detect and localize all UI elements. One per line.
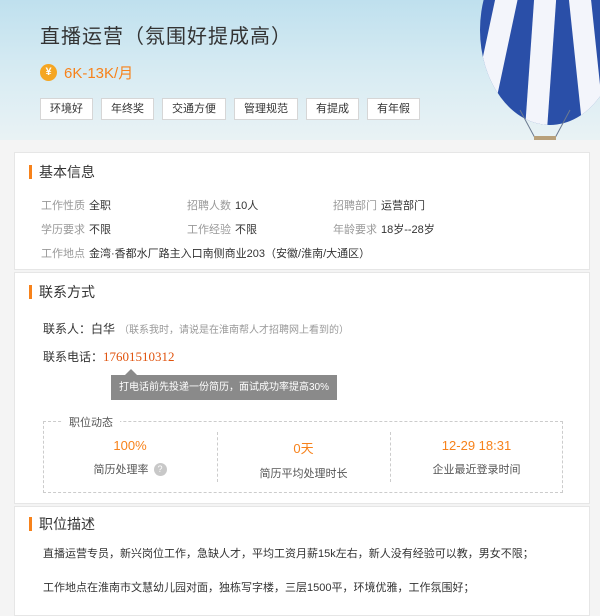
- dynamics-item: 0天 简历平均处理时长: [217, 432, 389, 482]
- addr-label: 工作地点: [41, 248, 85, 260]
- hot-air-balloon-illustration: [480, 0, 600, 140]
- yen-icon: ¥: [40, 64, 57, 81]
- age-label: 年龄要求: [333, 224, 377, 236]
- job-header: 直播运营（氛围好提成高） ¥ 6K-13K/月 环境好 年终奖 交通方便 管理规…: [0, 0, 600, 140]
- welfare-tag: 年终奖: [101, 98, 154, 120]
- welfare-tag: 有年假: [367, 98, 420, 120]
- resume-rate-label: 简历处理率: [93, 464, 149, 476]
- welfare-tags: 环境好 年终奖 交通方便 管理规范 有提成 有年假: [40, 98, 428, 120]
- welfare-tag: 交通方便: [162, 98, 226, 120]
- phone-tooltip: 打电话前先投递一份简历，面试成功率提高30%: [111, 369, 337, 400]
- edu-label: 学历要求: [41, 224, 85, 236]
- help-icon[interactable]: ?: [153, 462, 167, 476]
- job-title: 直播运营（氛围好提成高）: [40, 26, 292, 48]
- contact-title: 联系方式: [29, 285, 95, 299]
- welfare-tag: 有提成: [306, 98, 359, 120]
- welfare-tag: 环境好: [40, 98, 93, 120]
- welfare-tag: 管理规范: [234, 98, 298, 120]
- nature-value: 全职: [89, 200, 111, 212]
- dept-value: 运营部门: [381, 200, 425, 212]
- avg-time-value: 0天: [293, 441, 314, 456]
- description-card: 职位描述 直播运营专员，新兴岗位工作，急缺人才，平均工资月薪15k左右，新人没有…: [14, 506, 590, 616]
- dynamics-item: 100% 简历处理率?: [44, 432, 216, 482]
- person-name: 白华: [91, 322, 116, 336]
- age-value: 18岁--28岁: [381, 224, 435, 236]
- person-hint: （联系我时，请说是在淮南帮人才招聘网上看到的）: [119, 325, 350, 336]
- description-title: 职位描述: [29, 517, 95, 531]
- addr-value: 金湾·香都水厂路主入口南侧商业203（安徽/淮南/大通区）: [89, 248, 371, 260]
- nature-label: 工作性质: [41, 200, 85, 212]
- description-line: 工作地点在淮南市文慧幼儿园对面，独栋写字楼，三层1500平，环境优雅，工作氛围好…: [43, 582, 475, 594]
- dynamics-item: 12-29 18:31 企业最近登录时间: [390, 432, 562, 482]
- person-label: 联系人：: [43, 322, 92, 336]
- resume-rate-value: 100%: [113, 438, 147, 453]
- description-line: 直播运营专员，新兴岗位工作，急缺人才，平均工资月薪15k左右，新人没有经验可以教…: [43, 548, 534, 560]
- job-dynamics: 职位动态 100% 简历处理率? 0天 简历平均处理时长 12-29 18:31…: [43, 414, 563, 493]
- avg-time-label: 简历平均处理时长: [259, 468, 348, 480]
- contact-person: 联系人：白华 （联系我时，请说是在淮南帮人才招聘网上看到的）: [43, 320, 349, 337]
- edu-value: 不限: [89, 224, 111, 236]
- last-login-label: 企业最近登录时间: [432, 464, 521, 476]
- phone-number[interactable]: 17601510312: [103, 349, 175, 364]
- exp-value: 不限: [235, 224, 257, 236]
- basic-info-card: 基本信息 工作性质 全职 招聘人数 10人 招聘部门 运营部门 学历要求 不限 …: [14, 152, 590, 270]
- last-login-value: 12-29 18:31: [441, 438, 512, 453]
- salary-value: 6K-13K/月: [64, 65, 134, 82]
- basic-info-title: 基本信息: [29, 165, 95, 179]
- dynamics-title: 职位动态: [62, 414, 120, 430]
- dept-label: 招聘部门: [333, 200, 377, 212]
- contact-phone: 联系电话：17601510312: [43, 348, 175, 365]
- headcount-label: 招聘人数: [187, 200, 231, 212]
- exp-label: 工作经验: [187, 224, 231, 236]
- contact-card: 联系方式 联系人：白华 （联系我时，请说是在淮南帮人才招聘网上看到的） 联系电话：…: [14, 272, 590, 504]
- headcount-value: 10人: [235, 200, 259, 212]
- salary: ¥ 6K-13K/月: [40, 62, 133, 83]
- phone-label: 联系电话：: [43, 350, 104, 364]
